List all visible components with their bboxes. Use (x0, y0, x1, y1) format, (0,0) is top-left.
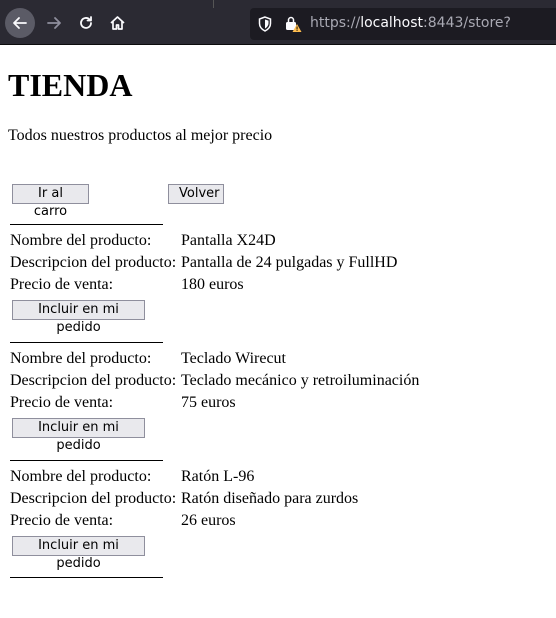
toolbar-divider (213, 0, 214, 8)
add-to-order-button[interactable]: Incluir en mi pedido (12, 418, 145, 453)
back-page-button[interactable]: Volver (168, 184, 224, 204)
product-description-label: Descripcion del producto: (10, 372, 177, 389)
page-title: TIENDA (8, 67, 133, 103)
product-name: Ratón L-96 (181, 468, 255, 485)
product-name: Pantalla X24D (181, 232, 276, 249)
product-description: Teclado mecánico y retroiluminación (181, 372, 420, 389)
product-description-label: Descripcion del producto: (10, 254, 177, 271)
product-price-label: Precio de venta: (10, 276, 114, 293)
back-button[interactable] (5, 8, 35, 38)
product-item: Nombre del producto: Pantalla X24D Descr… (10, 230, 397, 296)
add-to-order-button[interactable]: Incluir en mi pedido (12, 300, 145, 335)
product-name-row: Nombre del producto: Teclado Wirecut (10, 348, 419, 370)
product-item: Nombre del producto: Teclado Wirecut Des… (10, 348, 419, 414)
forward-arrow-icon (46, 15, 62, 31)
separator (10, 224, 163, 225)
separator (10, 460, 163, 461)
product-description-label: Descripcion del producto: (10, 490, 177, 507)
home-icon (109, 15, 126, 31)
address-bar[interactable]: https://localhost:8443/store? (250, 8, 556, 40)
product-description: Ratón diseñado para zurdos (181, 490, 359, 507)
product-item: Nombre del producto: Ratón L-96 Descripc… (10, 466, 358, 532)
browser-toolbar: https://localhost:8443/store? (0, 0, 556, 45)
product-price-row: Precio de venta: 26 euros (10, 510, 358, 532)
product-price-row: Precio de venta: 180 euros (10, 274, 397, 296)
product-price-label: Precio de venta: (10, 394, 114, 411)
product-price-row: Precio de venta: 75 euros (10, 392, 419, 414)
product-name-label: Nombre del producto: (10, 350, 152, 367)
product-name-label: Nombre del producto: (10, 232, 152, 249)
page-subtitle: Todos nuestros productos al mejor precio (8, 127, 273, 144)
reload-icon (78, 15, 94, 31)
product-description: Pantalla de 24 pulgadas y FullHD (181, 254, 398, 271)
url-text[interactable]: https://localhost:8443/store? (310, 15, 511, 31)
product-name-label: Nombre del producto: (10, 468, 152, 485)
product-description-row: Descripcion del producto: Teclado mecáni… (10, 370, 419, 392)
separator (10, 577, 163, 578)
product-name: Teclado Wirecut (181, 350, 286, 367)
reload-button[interactable] (72, 9, 100, 37)
insecure-lock-icon[interactable] (284, 15, 302, 33)
product-price: 180 euros (181, 276, 244, 293)
product-description-row: Descripcion del producto: Ratón diseñado… (10, 488, 358, 510)
product-name-row: Nombre del producto: Ratón L-96 (10, 466, 358, 488)
product-price-label: Precio de venta: (10, 512, 114, 529)
back-arrow-icon (12, 15, 28, 31)
shield-icon[interactable] (258, 16, 272, 32)
add-to-order-button[interactable]: Incluir en mi pedido (12, 536, 145, 571)
product-name-row: Nombre del producto: Pantalla X24D (10, 230, 397, 252)
product-description-row: Descripcion del producto: Pantalla de 24… (10, 252, 397, 274)
product-price: 26 euros (181, 512, 236, 529)
go-to-cart-button[interactable]: Ir al carro (12, 184, 89, 219)
product-price: 75 euros (181, 394, 236, 411)
separator (10, 342, 163, 343)
home-button[interactable] (103, 9, 131, 37)
forward-button[interactable] (40, 9, 68, 37)
